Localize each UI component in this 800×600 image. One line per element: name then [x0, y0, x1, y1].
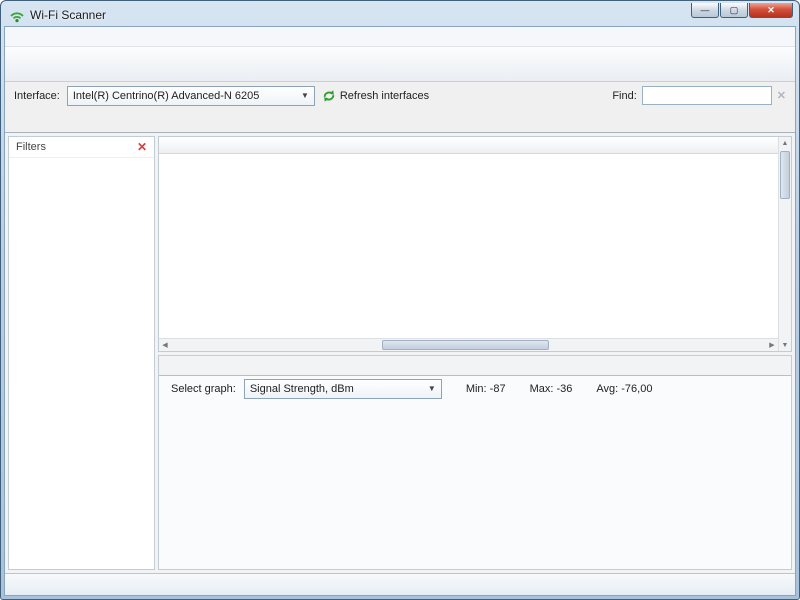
refresh-interfaces-label: Refresh interfaces: [339, 89, 430, 102]
toolbar: [5, 47, 795, 82]
refresh-interfaces-button[interactable]: Refresh interfaces: [322, 89, 429, 103]
close-button[interactable]: ✕: [749, 3, 793, 18]
window-title: Wi-Fi Scanner: [30, 7, 107, 22]
menu-bar: [5, 27, 795, 47]
maximize-button[interactable]: ▢: [720, 3, 748, 18]
find-input[interactable]: [641, 86, 772, 105]
scroll-up-icon[interactable]: ▲: [779, 137, 791, 149]
horizontal-scrollbar[interactable]: ◀ ▶: [159, 338, 778, 351]
network-table: ◀ ▶ ▲ ▼: [158, 136, 792, 352]
interface-value: Intel(R) Centrino(R) Advanced-N 6205: [72, 89, 260, 102]
select-graph-label: Select graph:: [171, 382, 236, 395]
avg-label: Avg:: [596, 382, 619, 395]
interface-bar: Interface: Intel(R) Centrino(R) Advanced…: [5, 82, 795, 109]
max-label: Max:: [529, 382, 554, 395]
graphs-tab-strip: [159, 356, 791, 376]
avg-value: -76,00: [621, 382, 653, 395]
min-value: -87: [489, 382, 506, 395]
vertical-scroll-thumb[interactable]: [780, 151, 790, 199]
app-icon: [9, 7, 25, 23]
vertical-scrollbar[interactable]: ▲ ▼: [778, 137, 791, 351]
chevron-down-icon: ▼: [300, 91, 309, 100]
min-label: Min:: [465, 382, 487, 395]
find-label: Find:: [612, 89, 637, 102]
refresh-icon: [323, 89, 335, 102]
scroll-right-icon[interactable]: ▶: [766, 339, 778, 351]
table-header: [159, 137, 778, 154]
horizontal-scroll-thumb[interactable]: [381, 340, 549, 350]
close-filters-icon[interactable]: ✕: [137, 140, 147, 154]
chevron-down-icon: ▼: [427, 384, 436, 393]
filters-title: Filters: [16, 141, 46, 153]
max-value: -36: [556, 382, 573, 395]
table-body: [159, 154, 778, 338]
status-bar: [5, 573, 795, 595]
scroll-down-icon[interactable]: ▼: [779, 339, 791, 351]
scroll-left-icon[interactable]: ◀: [159, 339, 171, 351]
filters-tree: [9, 158, 154, 569]
graph-type-select[interactable]: Signal Strength, dBm ▼: [243, 378, 442, 399]
clear-find-icon[interactable]: ✕: [777, 89, 786, 102]
interface-label: Interface:: [14, 89, 60, 102]
signal-strength-chart: [161, 401, 687, 567]
graph-type-value: Signal Strength, dBm: [249, 382, 354, 395]
graphs-panel: Select graph: Signal Strength, dBm ▼ Min…: [158, 355, 792, 570]
interface-select[interactable]: Intel(R) Centrino(R) Advanced-N 6205 ▼: [66, 85, 315, 106]
main-tab-strip: [5, 109, 795, 132]
app-window: Wi-Fi Scanner — ▢ ✕ Interface: Intel(R) …: [0, 0, 800, 600]
filters-panel: Filters ✕: [8, 136, 155, 570]
graph-controls: Select graph: Signal Strength, dBm ▼ Min…: [159, 376, 791, 401]
title-bar: Wi-Fi Scanner — ▢ ✕: [1, 1, 799, 26]
chart-legend: [687, 401, 789, 567]
minimize-button[interactable]: —: [691, 3, 719, 18]
